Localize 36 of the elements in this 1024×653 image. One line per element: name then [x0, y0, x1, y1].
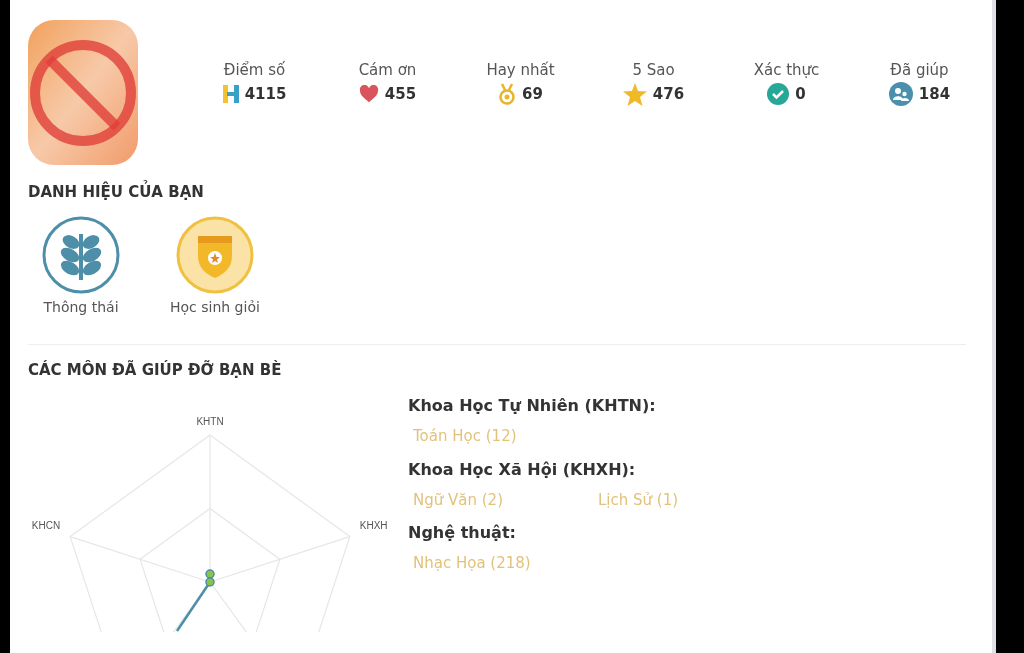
wheat-badge-icon — [42, 215, 120, 294]
section-heading: DANH HIỆU CỦA BẠN — [28, 181, 966, 204]
stat-value: 184 — [918, 84, 951, 105]
stat-value: 69 — [522, 84, 543, 105]
subject-group-title: Khoa Học Tự Nhiên (KHTN): — [408, 395, 657, 417]
letter-h-icon — [222, 85, 239, 104]
people-icon — [888, 82, 913, 107]
stat-value: 0 — [795, 84, 806, 105]
star-icon — [622, 82, 647, 106]
stat-value: 4115 — [244, 84, 287, 105]
section-heading: CÁC MÔN ĐÃ GIÚP ĐỠ BẠN BÈ — [28, 359, 283, 381]
subject-group-title: Khoa Học Xã Hội (KHXH): — [408, 458, 637, 481]
subject-link[interactable]: Toán Học (12) — [413, 425, 598, 448]
prohibition-sign-icon — [28, 37, 138, 148]
stat-value: 455 — [384, 84, 417, 105]
radar-axis-label: KHXH — [359, 519, 388, 531]
stat-label: 5 Sao — [632, 59, 675, 81]
badge-label: Thông thái — [43, 297, 119, 317]
stat-label: Điểm số — [223, 59, 286, 81]
shield-badge-icon — [175, 215, 254, 294]
check-circle-icon — [767, 83, 790, 106]
stat-label: Đã giúp — [890, 59, 949, 81]
badge-label: Học sinh giỏi — [170, 297, 260, 317]
subject-link[interactable]: Lịch Sử (1) — [598, 488, 783, 511]
subject-group-title: Nghệ thuật: — [408, 522, 517, 544]
radar-axis-label: KHTN — [196, 416, 224, 427]
heart-icon — [358, 85, 379, 104]
stat-label: Cám ơn — [358, 59, 417, 81]
radar-axis-label: KHCN — [31, 519, 61, 531]
medal-icon — [498, 83, 517, 106]
radar-data-line — [175, 569, 215, 632]
subject-link[interactable]: Nhạc Họa (218) — [413, 552, 598, 575]
stat-label: Hay nhất — [486, 59, 555, 81]
stat-label: Xác thực — [753, 59, 820, 81]
stat-value: 476 — [652, 84, 685, 105]
subject-link[interactable]: Ngữ Văn (2) — [413, 488, 598, 511]
